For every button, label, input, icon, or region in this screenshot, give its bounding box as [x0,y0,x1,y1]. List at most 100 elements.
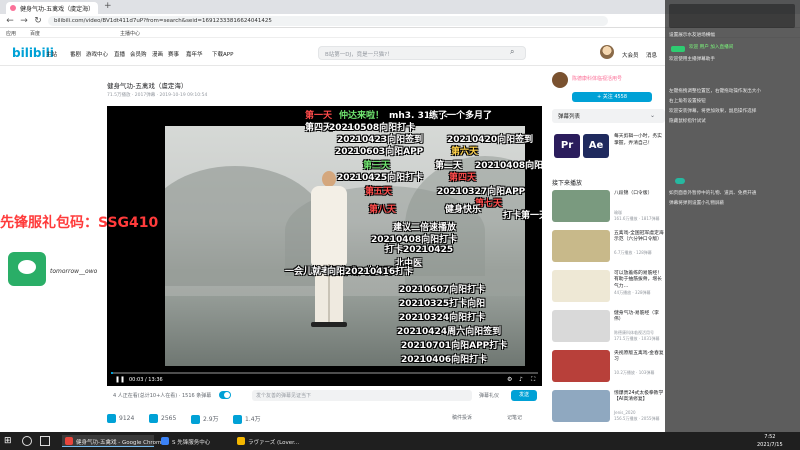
rec-stats: 10.2万播放 · 103弹幕 [614,370,655,375]
nav-manga[interactable]: 漫画 [152,50,163,58]
header-vip[interactable]: 大会员 [622,51,639,59]
rec-stats: 6.7万播放 · 128弹幕 [614,250,652,255]
wechat-id: tomorrow__owo [50,268,98,275]
new-tab-icon[interactable]: + [104,1,112,11]
danmaku-comment: 20210603向阳APP [335,147,424,157]
danmaku-list-header[interactable]: 弹幕列表 ⌄ [552,109,665,123]
rec-meta: 10.2万播放 · 103弹幕 [614,370,665,376]
settings-icon[interactable]: ⚙ [507,376,512,383]
system-clock[interactable]: 7:52 2021/7/15 [757,434,783,449]
video-thumbnail[interactable] [552,390,610,422]
pause-icon[interactable]: ❚❚ [115,376,125,383]
ad-card[interactable]: Pr Ae 每天剪辑一小时，务实掌握，弄清自己！ [552,132,665,166]
notes-link[interactable]: 记笔记 [507,414,522,421]
danmaku-comment: 20210324向阳打卡 [399,313,486,323]
taskbar-item-chrome[interactable]: 健身气功-五禽戏 - Google Chrome [62,435,165,447]
rec-title[interactable]: 八段锦（口令版） [614,191,665,197]
task-view-icon[interactable] [40,436,50,446]
tab-title: 健身气功-五禽戏（虞定海） [20,6,95,13]
viewer-count: 4 人正在看(总计10+人在看) · 1516 条弹幕 [113,393,212,399]
progress-bar[interactable] [111,372,538,374]
fullscreen-icon[interactable]: ⛶ [531,376,535,384]
header-messages[interactable]: 消息 [646,51,657,59]
danmaku-comment: 打卡第一天 [503,211,542,221]
nav-carnival[interactable]: 嘉年华 [186,50,203,58]
search-input[interactable]: B站第一DJ，竟是一只猫?！ [318,46,526,60]
share-button[interactable]: 1.4万 [233,414,261,424]
back-icon[interactable]: ← [4,15,16,27]
rec-title[interactable]: 惊爆贵24式太极拳教学【AI高清修复】 [614,391,665,404]
rec-meta: 陈德康科体临视活用号 171.5万播放 · 1031弹幕 [614,330,665,341]
danmaku-list-label: 弹幕列表 [558,114,581,120]
video-thumbnail[interactable] [552,270,610,302]
panel-header [669,4,795,28]
like-button[interactable]: 9124 [107,414,134,423]
bookmark-streamer-center[interactable]: 主播中心 [120,30,140,37]
uploader-avatar[interactable] [552,72,568,88]
app-icon [161,437,169,445]
danmaku-comment: 健身快乐 [445,205,482,215]
reload-icon[interactable]: ↻ [32,15,44,27]
danmaku-comment: 第四天 [449,173,477,183]
nav-main[interactable]: 主站 [46,50,57,58]
coin-button[interactable]: 2565 [149,414,176,423]
bookmark-apps[interactable]: 应用 [6,30,16,37]
rec-title[interactable]: 健身气功-易筋经（李伟） [614,311,665,324]
list-item[interactable]: 可以放着练的易筋经！有助于抽筋拔骨，增长气力… 44万播放 · 328弹幕 [552,270,665,302]
rec-title[interactable]: 可以放着练的易筋经！有助于抽筋拔骨，增长气力… [614,271,665,290]
rec-meta: 44万播放 · 328弹幕 [614,290,665,296]
list-item[interactable]: 健身气功-易筋经（李伟） 陈德康科体临视活用号 171.5万播放 · 1031弹幕 [552,310,665,342]
nav-anime[interactable]: 番剧 [70,50,81,58]
taskbar-item-label: ラヴァーズ (Lover... [248,440,300,446]
nav-download-app[interactable]: 下载APP [212,50,233,58]
nav-events[interactable]: 赛事 [168,50,179,58]
uploader-name[interactable]: 陈德康科体临视活用号 [572,75,622,82]
send-danmaku-button[interactable]: 发送 [511,390,537,401]
video-thumbnail[interactable] [552,230,610,262]
rec-title[interactable]: 五禽戏-全国冠军虞定海示范（六分钟口令版） [614,231,665,244]
favorite-button[interactable]: 2.9万 [191,414,219,424]
search-icon[interactable]: ⌕ [510,47,514,57]
search-icon[interactable] [22,436,32,446]
video-actions: 9124 2565 2.9万 1.4万 稿件投诉 记笔记 [107,412,542,426]
like-count: 9124 [119,415,135,422]
taskbar-item-service[interactable]: S 先锋服务中心 [158,435,228,447]
nav-vip-shop[interactable]: 会员购 [130,50,147,58]
video-thumbnail[interactable] [552,350,610,382]
video-thumbnail[interactable] [552,190,610,222]
browser-tab[interactable]: 健身气功-五禽戏（虞定海） [6,2,98,14]
danmaku-comment: 20210408向阳打卡 [475,161,542,171]
wechat-icon [18,260,36,274]
follow-button[interactable]: + 关注 4558 [572,92,652,102]
taskbar-item-music[interactable]: ラヴァーズ (Lover... [234,435,304,447]
notification-line: 欢迎 用户 加入直播间 [689,45,734,50]
forward-icon[interactable]: → [18,15,30,27]
rec-stats: 171.5万播放 · 1031弹幕 [614,335,660,341]
url-field[interactable]: bilibili.com/video/BV1dt411d7uP?from=sea… [48,16,608,26]
nav-live[interactable]: 直播 [114,50,125,58]
list-item[interactable]: 八段锦（口令版） 瑜珈 161.6万播放 · 1817弹幕 [552,190,665,222]
avatar[interactable] [600,45,614,59]
danmaku-etiquette-link[interactable]: 弹幕礼仪 [479,392,499,399]
list-item[interactable]: 惊爆贵24式太极拳教学【AI高清修复】 Jenis_2020 156.5万播放 · … [552,390,665,422]
panel-toggle[interactable] [675,178,685,184]
start-icon[interactable]: ⊞ [4,436,14,446]
after-effects-icon: Ae [583,134,609,158]
danmaku-toggle[interactable] [219,391,231,399]
bookmark-baidu[interactable]: 百度 [30,30,40,37]
rec-meta: Jenis_2020 156.5万播放 · 2055弹幕 [614,410,665,421]
video-thumbnail[interactable] [552,310,610,342]
list-item[interactable]: 五禽戏-全国冠军虞定海示范（六分钟口令版） 6.7万播放 · 128弹幕 [552,230,665,262]
nav-game-center[interactable]: 游戏中心 [86,50,108,58]
rec-title[interactable]: 央视原版五禽戏-金春复习 [614,351,665,364]
danmaku-input[interactable]: 发个友善的弹幕见证当下 [252,390,472,401]
video-player[interactable]: 第一天 仲达来啦！ mh3. 31打卡 练了一个多月了 第四天 20210508向阳打卡 2… [107,106,542,386]
coin-count: 2565 [161,415,177,422]
danmaku-comment: 20210406向阳打卡 [401,355,488,365]
list-item[interactable]: 央视原版五禽戏-金春复习 10.2万播放 · 103弹幕 [552,350,665,382]
taskbar: ⊞ 健身气功-五禽戏 - Google Chrome S 先锋服务中心 ラヴァー… [0,432,800,450]
notification-line: 左键拖拽调整位置区，右键拖动操作发出大小 [669,89,761,94]
volume-icon[interactable]: ♪ [519,376,523,383]
report-link[interactable]: 稿件投诉 [452,414,472,421]
danmaku-comment: 20210424周六向阳签到 [397,327,502,337]
